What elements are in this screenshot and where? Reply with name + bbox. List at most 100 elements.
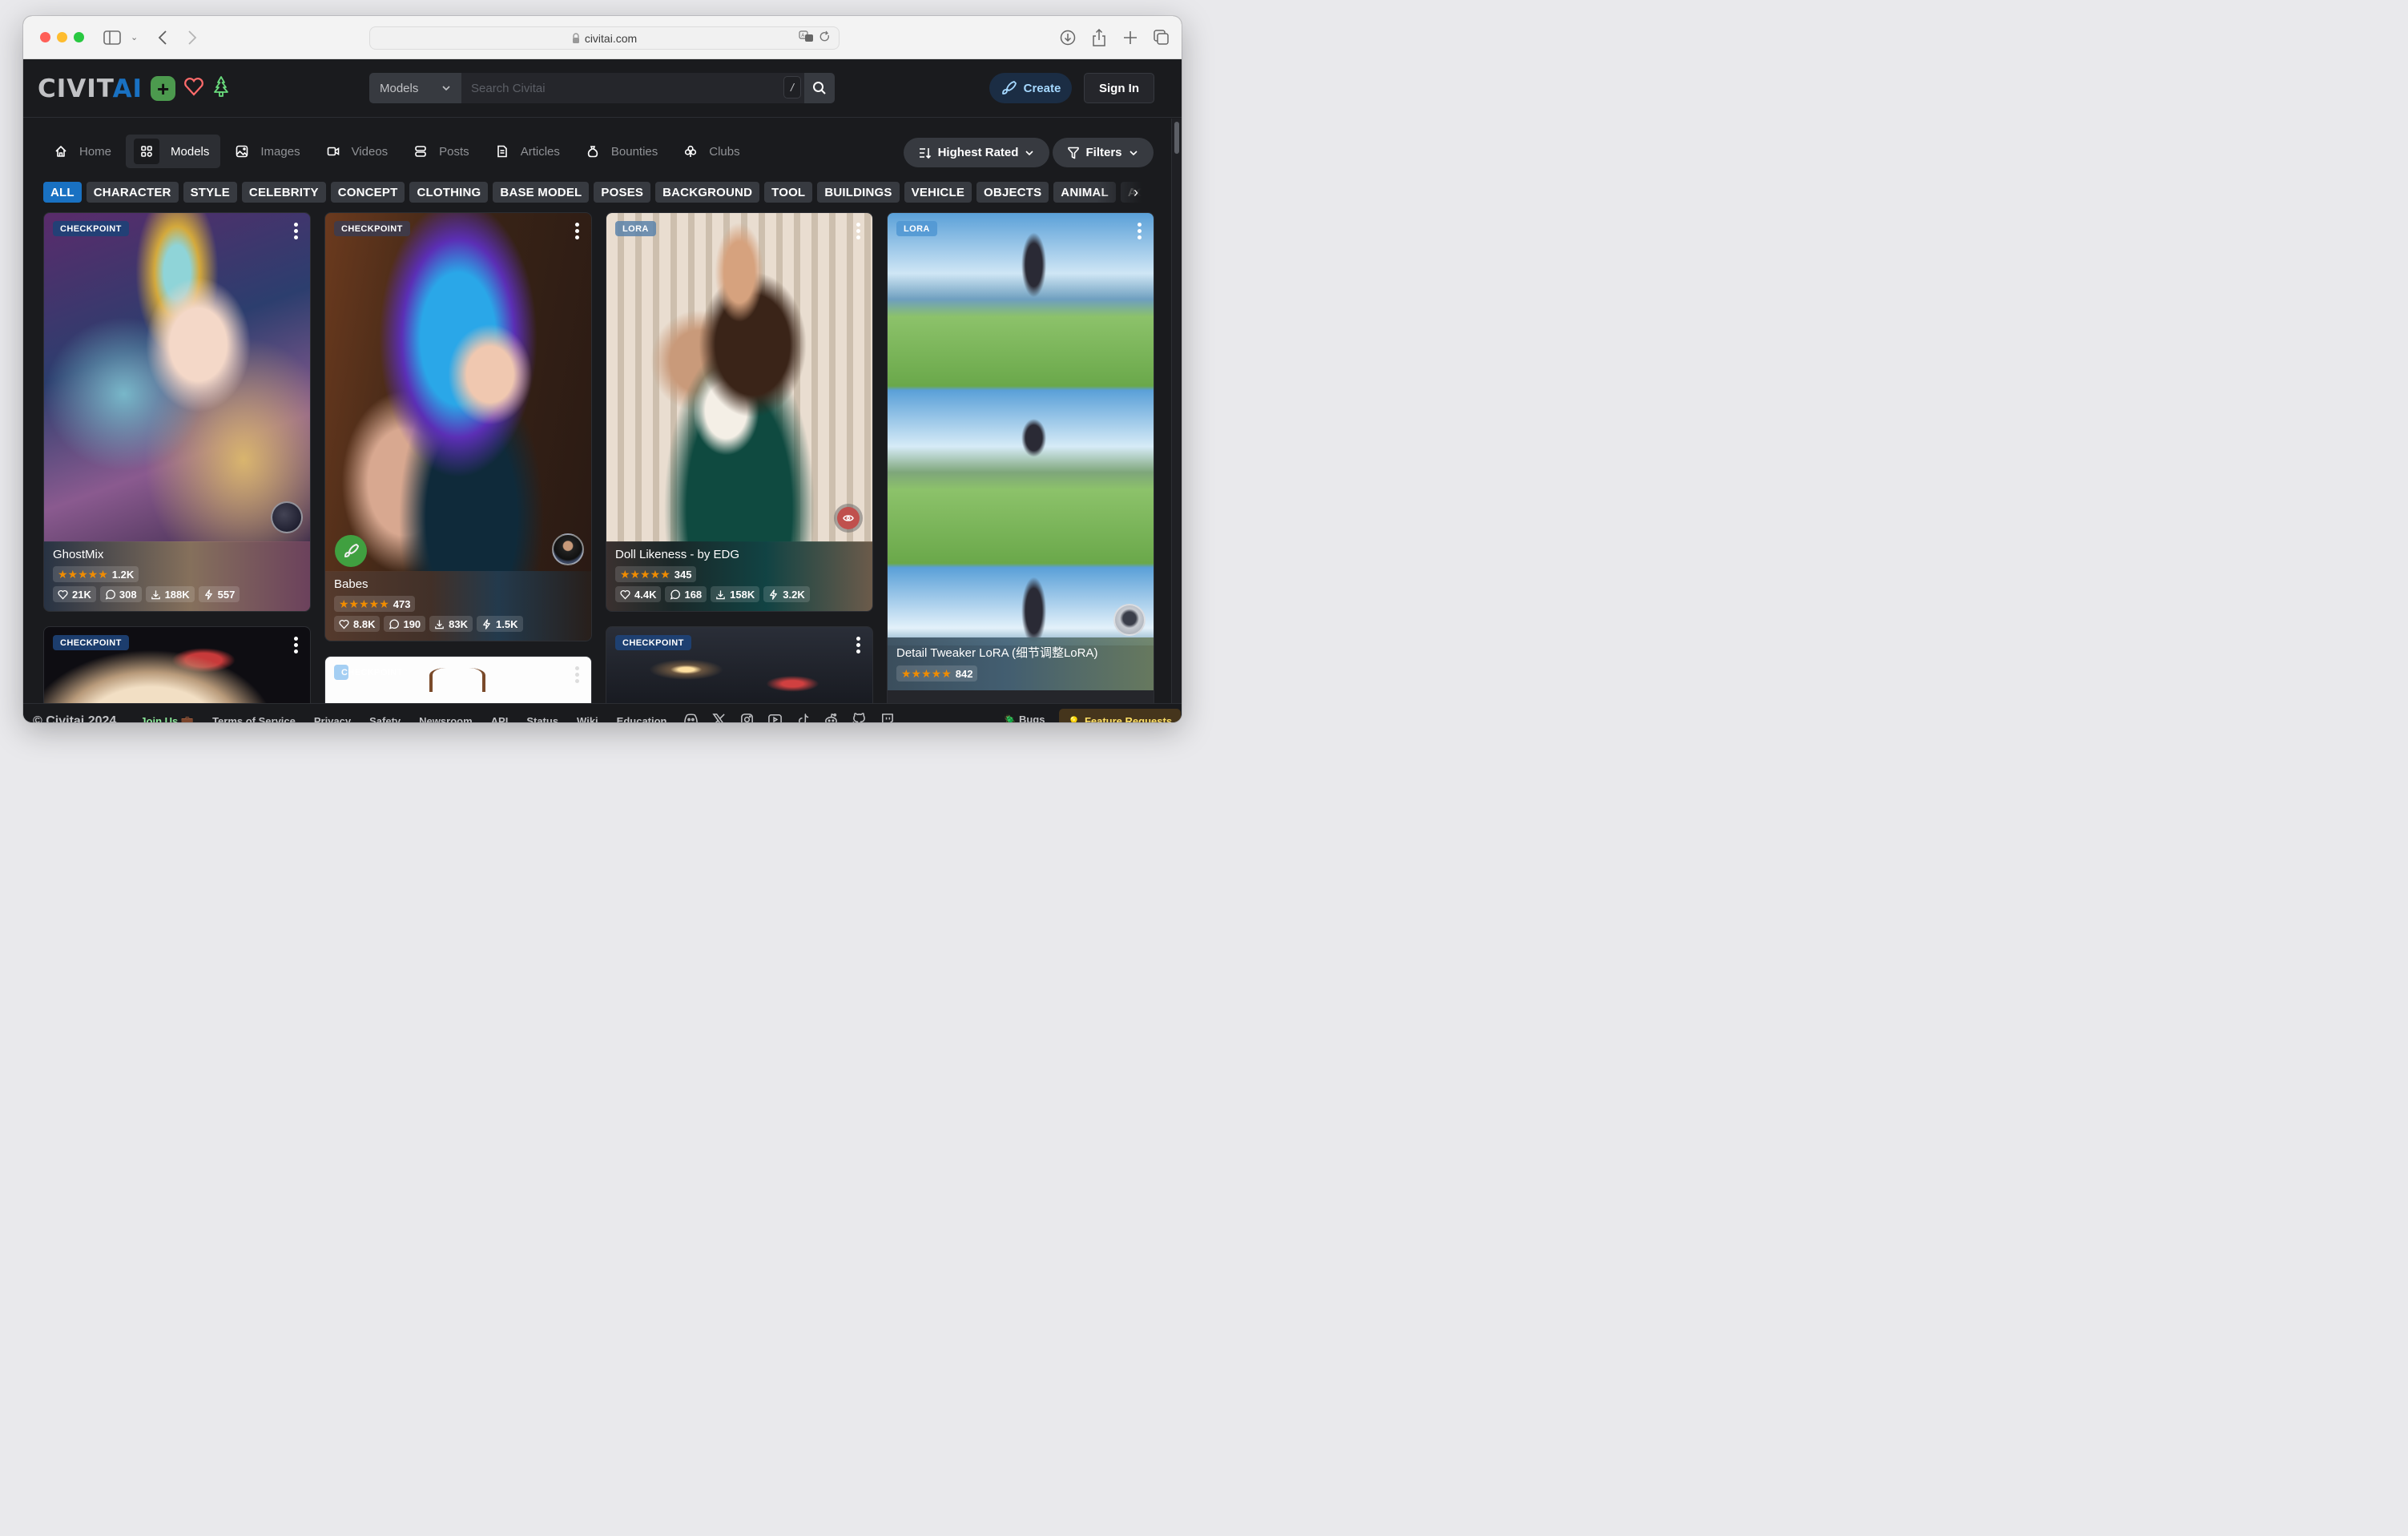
nav-item-articles[interactable]: Articles <box>484 135 571 168</box>
share-icon[interactable] <box>1092 28 1106 47</box>
feature-requests-label: Feature Requests <box>1084 715 1173 722</box>
footer-link-terms-of-service[interactable]: Terms of Service <box>212 715 296 722</box>
sidebar-toggle-icon[interactable] <box>103 28 121 47</box>
model-title: Doll Likeness - by EDG <box>615 548 740 561</box>
footer-link-join-us[interactable]: Join Us 💼 <box>140 715 194 723</box>
civitai-logo[interactable]: CIVITAI + <box>38 75 230 102</box>
model-preview-image <box>325 213 591 572</box>
hidden-content-indicator[interactable] <box>834 504 863 533</box>
footer-links: Join Us 💼 Terms of Service Privacy Safety Ne… <box>140 715 666 723</box>
category-chip-objects[interactable]: OBJECTS <box>976 182 1049 203</box>
twitch-icon[interactable] <box>880 712 895 722</box>
category-chip-celebrity[interactable]: CELEBRITY <box>241 182 326 203</box>
chevron-down-icon <box>442 86 450 91</box>
tiktok-icon[interactable] <box>795 712 811 722</box>
creator-avatar[interactable] <box>552 533 584 565</box>
model-card[interactable]: CHECKPOINT Babes ★★★★★ 473 8.8K 190 83K 1… <box>324 212 592 641</box>
heart-icon[interactable] <box>183 77 204 100</box>
downloads-icon[interactable] <box>1060 28 1076 47</box>
downloads-stat: 83K <box>429 616 473 632</box>
tab-overview-icon[interactable] <box>1154 28 1170 47</box>
category-chip-buildings[interactable]: BUILDINGS <box>817 182 900 203</box>
footer-link-education[interactable]: Education <box>617 715 667 722</box>
model-card[interactable]: LORA Detail Tweaker LoRA (细节调整LoRA) ★★★★… <box>887 212 1154 722</box>
bugs-link[interactable]: 🪲 Bugs <box>1004 714 1045 722</box>
page-scrollbar[interactable] <box>1171 119 1182 703</box>
chevron-right-icon[interactable]: › <box>1134 182 1138 203</box>
category-chip-poses[interactable]: POSES <box>594 182 651 203</box>
model-card[interactable]: CHECKPOINT GhostMix ★★★★★ 1.2K 21K 308 18… <box>43 212 311 612</box>
bolt-icon <box>483 618 490 629</box>
category-chip-vehicle[interactable]: VEHICLE <box>904 182 972 203</box>
category-chip-background[interactable]: BACKGROUND <box>655 182 760 203</box>
more-options-icon[interactable] <box>856 223 861 239</box>
plus-icon[interactable]: + <box>151 76 176 101</box>
sort-dropdown[interactable]: Highest Rated <box>904 138 1049 167</box>
downloads-count: 83K <box>449 617 469 630</box>
close-window-button[interactable] <box>40 32 50 42</box>
heart-icon <box>339 619 349 629</box>
more-options-icon[interactable] <box>856 637 861 653</box>
nav-item-images[interactable]: Images <box>223 135 311 168</box>
category-chip-clothing[interactable]: CLOTHING <box>409 182 489 203</box>
search-button[interactable] <box>804 73 835 103</box>
more-options-icon[interactable] <box>575 666 580 683</box>
more-options-icon[interactable] <box>1138 223 1142 239</box>
footer-link-api[interactable]: API <box>491 715 509 722</box>
zoom-window-button[interactable] <box>74 32 84 42</box>
translate-icon[interactable]: A <box>799 30 815 46</box>
nav-item-posts[interactable]: Posts <box>402 135 481 168</box>
stats-row: 4.4K 168 158K 3.2K <box>615 586 864 602</box>
category-chip-style[interactable]: STYLE <box>183 182 237 203</box>
instagram-icon[interactable] <box>739 712 755 722</box>
nav-item-bounties[interactable]: Bounties <box>574 135 669 168</box>
back-icon[interactable] <box>158 28 167 47</box>
likes-stat: 8.8K <box>334 616 381 632</box>
create-button[interactable]: Create <box>989 73 1072 103</box>
github-icon[interactable] <box>852 712 867 722</box>
more-options-icon[interactable] <box>294 637 299 653</box>
more-options-icon[interactable] <box>575 223 580 239</box>
feature-requests-button[interactable]: 💡 Feature Requests <box>1059 709 1182 722</box>
remix-brush-button[interactable] <box>335 535 367 567</box>
footer-link-newsroom[interactable]: Newsroom <box>419 715 472 722</box>
category-chip-character[interactable]: CHARACTER <box>86 182 179 203</box>
star-icon: ★★★★★ <box>620 568 670 581</box>
likes-count: 4.4K <box>634 588 657 601</box>
buzz-count: 1.5K <box>496 617 518 630</box>
nav-item-videos[interactable]: Videos <box>315 135 400 168</box>
search-scope-select[interactable]: Models <box>369 73 461 103</box>
footer-link-wiki[interactable]: Wiki <box>577 715 598 722</box>
footer-link-status[interactable]: Status <box>526 715 558 722</box>
footer-link-safety[interactable]: Safety <box>369 715 401 722</box>
reload-icon[interactable] <box>819 30 831 46</box>
buzz-stat: 557 <box>198 586 240 602</box>
category-chip-base-model[interactable]: BASE MODEL <box>493 182 590 203</box>
reddit-icon[interactable] <box>823 712 839 722</box>
chevron-down-icon[interactable]: ⌄ <box>131 28 138 47</box>
nav-item-clubs[interactable]: Clubs <box>672 135 751 168</box>
creator-avatar[interactable] <box>1113 604 1146 636</box>
filters-dropdown[interactable]: Filters <box>1053 138 1154 167</box>
x-icon[interactable] <box>711 712 727 722</box>
new-tab-icon[interactable] <box>1123 28 1138 47</box>
address-bar[interactable]: civitai.com A <box>369 26 840 50</box>
tree-icon[interactable] <box>212 75 230 102</box>
creator-avatar[interactable] <box>271 501 303 533</box>
search-input[interactable]: Search Civitai / <box>461 73 804 103</box>
scrollbar-thumb[interactable] <box>1174 122 1179 154</box>
minimize-window-button[interactable] <box>57 32 67 42</box>
footer-link-privacy[interactable]: Privacy <box>314 715 351 722</box>
category-chip-tool[interactable]: TOOL <box>764 182 813 203</box>
rating-count: 1.2K <box>111 568 135 581</box>
nav-item-home[interactable]: Home <box>42 135 123 168</box>
model-card[interactable]: LORA Doll Likeness - by EDG ★★★★★ 345 4.4… <box>606 212 873 612</box>
sign-in-button[interactable]: Sign In <box>1084 73 1154 103</box>
category-chip-all[interactable]: ALL <box>43 182 82 203</box>
discord-icon[interactable] <box>683 712 699 722</box>
more-options-icon[interactable] <box>294 223 299 239</box>
youtube-icon[interactable] <box>767 712 783 722</box>
category-chip-concept[interactable]: CONCEPT <box>330 182 405 203</box>
nav-item-models[interactable]: Models <box>126 135 221 168</box>
forward-icon[interactable] <box>187 28 197 47</box>
